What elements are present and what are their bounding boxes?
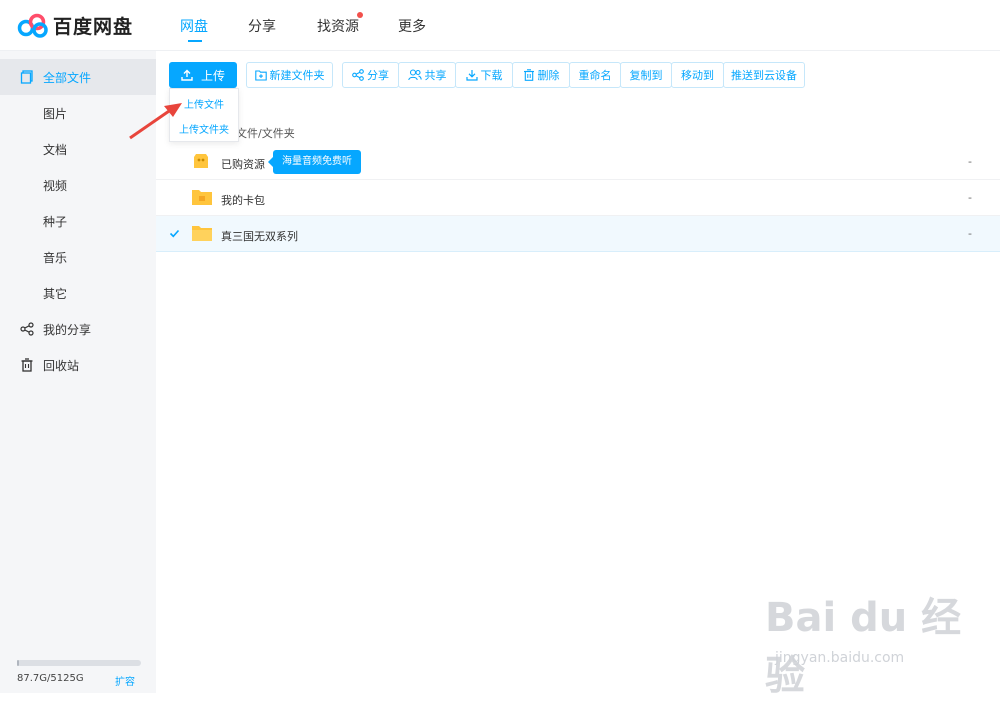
nav-find-resources[interactable]: 找资源 — [317, 16, 359, 36]
file-name[interactable]: 真三国无双系列 — [221, 228, 298, 244]
file-name[interactable]: 我的卡包 — [221, 192, 265, 208]
rename-label: 重命名 — [578, 69, 612, 82]
sidebar-item-videos[interactable]: 视频 — [0, 167, 156, 203]
sidebar-item-label: 种子 — [43, 214, 68, 229]
logo[interactable]: 百度网盘 — [17, 11, 133, 39]
promo-tooltip[interactable]: 海量音频免费听 — [268, 150, 361, 174]
sidebar-item-music[interactable]: 音乐 — [0, 239, 156, 275]
nav-active-indicator — [188, 40, 202, 42]
share-icon — [352, 69, 364, 81]
sidebar-item-label: 全部文件 — [43, 70, 92, 85]
trash-icon — [21, 358, 33, 372]
sidebar-item-recycle-bin[interactable]: 回收站 — [0, 347, 156, 383]
copy-to-label: 复制到 — [629, 69, 663, 82]
files-icon — [20, 70, 33, 84]
file-size: - — [968, 155, 972, 168]
file-row[interactable]: 真三国无双系列 - — [156, 216, 1000, 252]
download-label: 下载 — [480, 69, 503, 82]
move-to-label: 移动到 — [681, 69, 714, 82]
file-size: - — [968, 227, 972, 240]
download-icon — [465, 70, 478, 81]
folder-icon — [192, 226, 212, 241]
sidebar-item-torrents[interactable]: 种子 — [0, 203, 156, 239]
breadcrumb: 文件/文件夹 — [236, 127, 295, 140]
storage-progress-bar — [17, 660, 141, 666]
download-button[interactable]: 下载 — [455, 62, 513, 88]
cowork-share-button[interactable]: 共享 — [398, 62, 456, 88]
sidebar: 全部文件 图片 文档 视频 种子 音乐 其它 我的分享 回收站 87.7G/51… — [0, 51, 156, 693]
share-button[interactable]: 分享 — [342, 62, 399, 88]
watermark-url: jingyan.baidu.com — [775, 650, 905, 666]
rename-button[interactable]: 重命名 — [569, 62, 621, 88]
watermark-logo: Bai du 经验 — [765, 595, 962, 699]
sidebar-item-label: 视频 — [43, 178, 68, 193]
file-size: - — [968, 191, 972, 204]
upload-button-label: 上传 — [200, 68, 225, 83]
expand-storage-link[interactable]: 扩容 — [115, 673, 135, 688]
move-to-button[interactable]: 移动到 — [671, 62, 724, 88]
file-row[interactable]: 我的卡包 - — [156, 180, 1000, 216]
sidebar-item-label: 我的分享 — [43, 322, 92, 337]
card-wallet-folder-icon — [192, 190, 212, 205]
checkbox-checked-icon[interactable] — [169, 228, 180, 239]
sidebar-item-all-files[interactable]: 全部文件 — [0, 59, 156, 95]
upload-button[interactable]: 上传 — [169, 62, 237, 88]
new-folder-button[interactable]: 新建文件夹 — [246, 62, 333, 88]
delete-label: 删除 — [537, 69, 560, 82]
purchased-resources-icon — [194, 154, 208, 168]
promo-tooltip-text: 海量音频免费听 — [282, 156, 352, 167]
baidu-netdisk-logo-icon — [17, 13, 48, 38]
file-name[interactable]: 已购资源 — [221, 156, 265, 172]
nav-netdisk[interactable]: 网盘 — [180, 16, 208, 36]
storage-progress-fill — [17, 660, 20, 666]
share-label: 分享 — [367, 69, 389, 82]
logo-text: 百度网盘 — [53, 15, 134, 38]
trash-icon — [523, 69, 534, 81]
new-folder-label: 新建文件夹 — [269, 69, 325, 82]
push-to-cloud-device-label: 推送到云设备 — [731, 69, 797, 82]
share-icon — [20, 322, 34, 336]
annotation-arrow-icon — [129, 103, 182, 140]
push-to-cloud-device-button[interactable]: 推送到云设备 — [723, 62, 805, 88]
sidebar-item-label: 音乐 — [43, 250, 68, 265]
sidebar-item-label: 文档 — [43, 142, 68, 157]
nav-more[interactable]: 更多 — [398, 16, 426, 36]
notification-dot — [357, 12, 363, 18]
sidebar-item-label: 图片 — [43, 106, 68, 121]
new-folder-icon — [254, 69, 267, 81]
sidebar-item-other[interactable]: 其它 — [0, 275, 156, 311]
people-icon — [407, 69, 422, 81]
sidebar-item-label: 其它 — [43, 286, 68, 301]
sidebar-item-label: 回收站 — [43, 358, 80, 373]
cowork-share-label: 共享 — [424, 69, 447, 82]
delete-button[interactable]: 删除 — [512, 62, 570, 88]
upload-icon — [181, 69, 193, 81]
storage-usage-text: 87.7G/5125G — [17, 673, 84, 684]
copy-to-button[interactable]: 复制到 — [620, 62, 672, 88]
file-row[interactable]: 已购资源 海量音频免费听 - — [156, 144, 1000, 180]
top-bar: 百度网盘 网盘 分享 找资源 更多 — [0, 0, 1000, 51]
nav-share[interactable]: 分享 — [248, 16, 276, 36]
sidebar-item-my-shares[interactable]: 我的分享 — [0, 311, 156, 347]
